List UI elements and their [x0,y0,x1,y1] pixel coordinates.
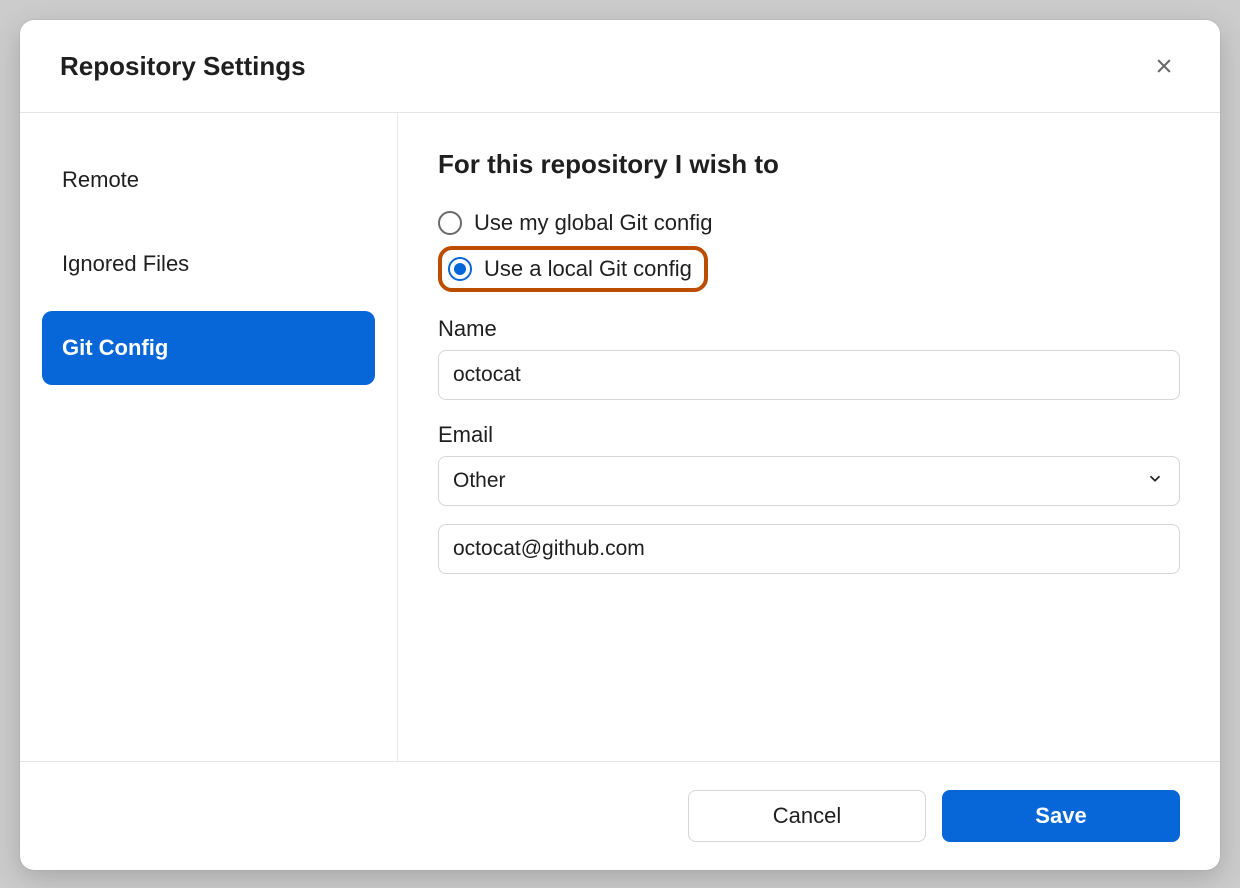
sidebar-item-remote[interactable]: Remote [42,143,375,217]
radio-button-icon [438,211,462,235]
settings-content: For this repository I wish to Use my glo… [398,113,1220,761]
name-input[interactable] [438,350,1180,400]
save-button-label: Save [1035,803,1086,828]
git-config-radio-group: Use my global Git config Use a local Git… [438,204,1180,292]
radio-dot-icon [454,263,466,275]
email-select[interactable]: Other [438,456,1180,506]
sidebar-item-label: Remote [62,167,139,192]
repository-settings-modal: Repository Settings Remote Ignored Files… [20,20,1220,870]
cancel-button[interactable]: Cancel [688,790,926,842]
close-button[interactable] [1148,50,1180,82]
email-select-wrap: Other [438,456,1180,506]
email-input[interactable] [438,524,1180,574]
close-icon [1154,56,1174,76]
modal-footer: Cancel Save [20,761,1220,870]
modal-header: Repository Settings [20,20,1220,113]
settings-sidebar: Remote Ignored Files Git Config [20,113,398,761]
radio-label: Use a local Git config [484,256,692,282]
radio-button-icon [448,257,472,281]
sidebar-item-git-config[interactable]: Git Config [42,311,375,385]
email-form-group: Email Other [438,422,1180,574]
sidebar-item-label: Git Config [62,335,168,360]
modal-title: Repository Settings [60,51,306,82]
cancel-button-label: Cancel [773,803,841,828]
name-form-group: Name [438,316,1180,400]
save-button[interactable]: Save [942,790,1180,842]
sidebar-item-label: Ignored Files [62,251,189,276]
content-heading: For this repository I wish to [438,149,1180,180]
email-label: Email [438,422,1180,448]
radio-label: Use my global Git config [474,210,712,236]
radio-local-config[interactable]: Use a local Git config [448,256,692,282]
highlighted-radio-local: Use a local Git config [438,246,708,292]
name-label: Name [438,316,1180,342]
sidebar-item-ignored-files[interactable]: Ignored Files [42,227,375,301]
email-select-value: Other [453,469,506,492]
modal-body: Remote Ignored Files Git Config For this… [20,113,1220,761]
radio-global-config[interactable]: Use my global Git config [438,204,1180,242]
